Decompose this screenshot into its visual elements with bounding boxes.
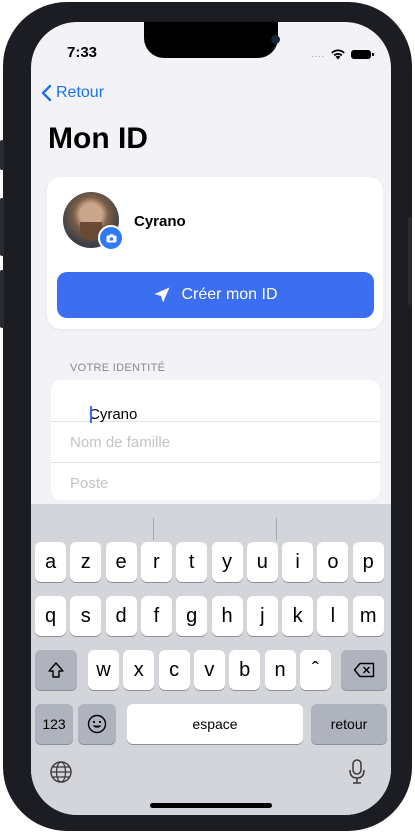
keyboard: azertyuiop qsdfghjklm wxcvbnˆ 123 espace… xyxy=(31,504,391,815)
suggestion-divider xyxy=(153,518,154,540)
shift-key[interactable] xyxy=(35,650,77,690)
position-placeholder: Poste xyxy=(70,475,109,492)
key-c[interactable]: c xyxy=(158,650,190,690)
microphone-icon xyxy=(349,759,365,784)
profile-name: Cyrano xyxy=(134,213,186,230)
power-button xyxy=(408,217,412,305)
dictation-button[interactable] xyxy=(347,758,367,791)
key-circumflex[interactable]: ˆ xyxy=(299,650,331,690)
return-key[interactable]: retour xyxy=(311,704,387,744)
signal-dots-icon: .... xyxy=(310,49,325,59)
position-field[interactable]: Poste xyxy=(51,462,380,500)
volume-down-button xyxy=(0,270,4,328)
phone-screen: 7:33 .... Retour Mon ID Cyrano Créer mon xyxy=(31,22,391,815)
key-m[interactable]: m xyxy=(352,596,384,636)
volume-up-button xyxy=(0,198,4,256)
change-photo-button[interactable] xyxy=(98,225,124,251)
key-f[interactable]: f xyxy=(140,596,172,636)
key-s[interactable]: s xyxy=(70,596,102,636)
key-q[interactable]: q xyxy=(35,596,66,636)
key-k[interactable]: k xyxy=(282,596,314,636)
silent-switch xyxy=(0,140,4,170)
space-key[interactable]: espace xyxy=(127,704,303,744)
key-v[interactable]: v xyxy=(193,650,225,690)
key-y[interactable]: y xyxy=(211,542,243,582)
profile-card: Cyrano Créer mon ID xyxy=(47,177,383,329)
battery-icon xyxy=(351,49,374,59)
key-d[interactable]: d xyxy=(105,596,137,636)
home-indicator xyxy=(150,803,272,808)
back-button[interactable]: Retour xyxy=(41,84,104,102)
suggestion-divider xyxy=(276,518,277,540)
first-name-field[interactable]: Cyrano xyxy=(51,380,380,423)
identity-section-label: VOTRE IDENTITÉ xyxy=(70,362,166,374)
create-id-button[interactable]: Créer mon ID xyxy=(57,272,374,318)
key-z[interactable]: z xyxy=(70,542,102,582)
emoji-icon xyxy=(87,714,107,734)
last-name-field[interactable]: Nom de famille xyxy=(51,421,380,463)
status-icons: .... xyxy=(310,48,374,60)
key-a[interactable]: a xyxy=(35,542,66,582)
key-j[interactable]: j xyxy=(246,596,278,636)
key-w[interactable]: w xyxy=(88,650,119,690)
backspace-icon xyxy=(353,662,375,678)
key-r[interactable]: r xyxy=(140,542,172,582)
key-o[interactable]: o xyxy=(317,542,349,582)
identity-form: Cyrano Nom de famille Poste xyxy=(51,380,380,500)
key-e[interactable]: e xyxy=(105,542,137,582)
key-t[interactable]: t xyxy=(176,542,208,582)
numbers-key[interactable]: 123 xyxy=(35,704,73,744)
key-g[interactable]: g xyxy=(176,596,208,636)
front-camera xyxy=(271,35,280,44)
key-i[interactable]: i xyxy=(282,542,314,582)
key-h[interactable]: h xyxy=(211,596,243,636)
page-title: Mon ID xyxy=(48,122,148,155)
delete-key[interactable] xyxy=(341,650,387,690)
create-id-label: Créer mon ID xyxy=(181,286,278,303)
key-u[interactable]: u xyxy=(246,542,278,582)
wifi-icon xyxy=(331,49,345,60)
camera-icon xyxy=(106,233,116,242)
globe-icon xyxy=(50,761,72,783)
key-n[interactable]: n xyxy=(264,650,296,690)
paper-plane-icon xyxy=(154,287,170,303)
globe-button[interactable] xyxy=(49,760,73,789)
status-time: 7:33 xyxy=(67,44,98,61)
key-p[interactable]: p xyxy=(352,542,384,582)
notch xyxy=(144,22,280,58)
key-b[interactable]: b xyxy=(229,650,261,690)
emoji-key[interactable] xyxy=(78,704,116,744)
device-frame: 7:33 .... Retour Mon ID Cyrano Créer mon xyxy=(0,2,412,831)
back-label: Retour xyxy=(56,84,105,101)
last-name-placeholder: Nom de famille xyxy=(70,434,171,451)
chevron-left-icon xyxy=(41,84,52,102)
key-x[interactable]: x xyxy=(123,650,155,690)
key-l[interactable]: l xyxy=(317,596,349,636)
shift-icon xyxy=(48,662,64,678)
